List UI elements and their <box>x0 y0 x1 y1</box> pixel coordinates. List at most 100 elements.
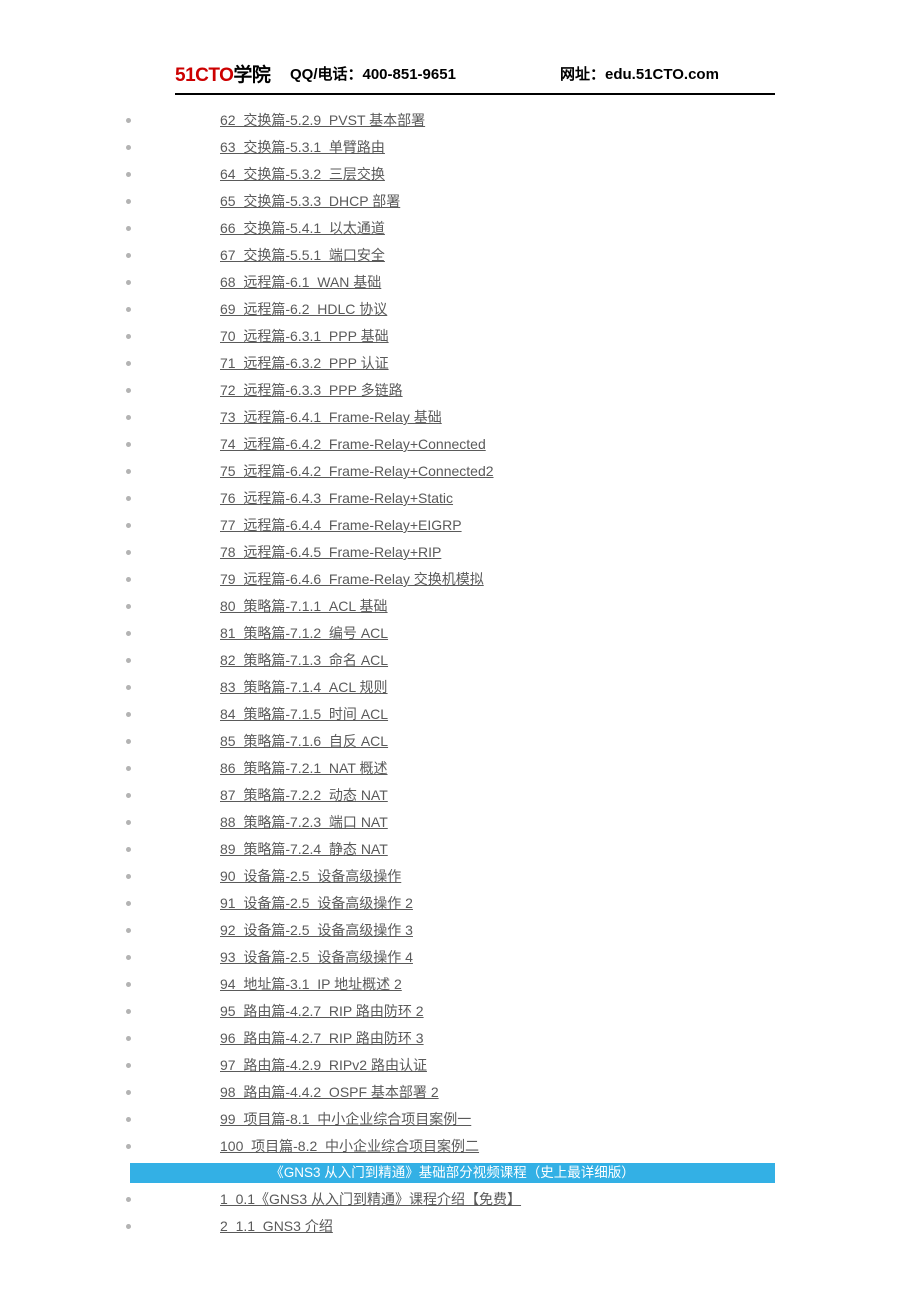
bullet-icon <box>126 118 131 123</box>
list-item: 80 策略篇-7.1.1 ACL 基础 <box>0 593 920 620</box>
list-item: 83 策略篇-7.1.4 ACL 规则 <box>0 674 920 701</box>
list-item: 84 策略篇-7.1.5 时间 ACL <box>0 701 920 728</box>
bullet-icon <box>126 739 131 744</box>
page-header: 51CTO学院 QQ/电话：400-851-9651 网址：edu.51CTO.… <box>175 60 775 95</box>
course-link[interactable]: 87 策略篇-7.2.2 动态 NAT <box>220 782 388 809</box>
course-list-sub: 1 0.1《GNS3 从入门到精通》课程介绍【免费】2 1.1 GNS3 介绍 <box>0 1186 920 1240</box>
course-link[interactable]: 86 策略篇-7.2.1 NAT 概述 <box>220 755 388 782</box>
list-item: 86 策略篇-7.2.1 NAT 概述 <box>0 755 920 782</box>
list-item: 73 远程篇-6.4.1 Frame-Relay 基础 <box>0 404 920 431</box>
course-link[interactable]: 66 交换篇-5.4.1 以太通道 <box>220 215 385 242</box>
bullet-icon <box>126 442 131 447</box>
bullet-icon <box>126 793 131 798</box>
bullet-icon <box>126 469 131 474</box>
list-item: 78 远程篇-6.4.5 Frame-Relay+RIP <box>0 539 920 566</box>
list-item: 71 远程篇-6.3.2 PPP 认证 <box>0 350 920 377</box>
list-item: 98 路由篇-4.4.2 OSPF 基本部署 2 <box>0 1079 920 1106</box>
course-link[interactable]: 100 项目篇-8.2 中小企业综合项目案例二 <box>220 1133 479 1160</box>
list-item: 72 远程篇-6.3.3 PPP 多链路 <box>0 377 920 404</box>
list-item: 93 设备篇-2.5 设备高级操作 4 <box>0 944 920 971</box>
list-item: 66 交换篇-5.4.1 以太通道 <box>0 215 920 242</box>
course-link[interactable]: 90 设备篇-2.5 设备高级操作 <box>220 863 401 890</box>
course-link[interactable]: 98 路由篇-4.4.2 OSPF 基本部署 2 <box>220 1079 439 1106</box>
bullet-icon <box>126 388 131 393</box>
course-link[interactable]: 68 远程篇-6.1 WAN 基础 <box>220 269 381 296</box>
course-link[interactable]: 81 策略篇-7.1.2 编号 ACL <box>220 620 388 647</box>
course-link[interactable]: 83 策略篇-7.1.4 ACL 规则 <box>220 674 388 701</box>
course-link[interactable]: 91 设备篇-2.5 设备高级操作 2 <box>220 890 413 917</box>
course-link[interactable]: 89 策略篇-7.2.4 静态 NAT <box>220 836 388 863</box>
list-item: 91 设备篇-2.5 设备高级操作 2 <box>0 890 920 917</box>
list-item: 90 设备篇-2.5 设备高级操作 <box>0 863 920 890</box>
list-item: 67 交换篇-5.5.1 端口安全 <box>0 242 920 269</box>
bullet-icon <box>126 145 131 150</box>
bullet-icon <box>126 847 131 852</box>
list-item: 82 策略篇-7.1.3 命名 ACL <box>0 647 920 674</box>
list-item: 76 远程篇-6.4.3 Frame-Relay+Static <box>0 485 920 512</box>
course-link[interactable]: 88 策略篇-7.2.3 端口 NAT <box>220 809 388 836</box>
course-link[interactable]: 97 路由篇-4.2.9 RIPv2 路由认证 <box>220 1052 427 1079</box>
bullet-icon <box>126 307 131 312</box>
bullet-icon <box>126 172 131 177</box>
list-item: 100 项目篇-8.2 中小企业综合项目案例二 <box>0 1133 920 1160</box>
bullet-icon <box>126 658 131 663</box>
course-link[interactable]: 72 远程篇-6.3.3 PPP 多链路 <box>220 377 403 404</box>
bullet-icon <box>126 280 131 285</box>
contact-phone: QQ/电话：400-851-9651 <box>290 63 560 84</box>
course-link[interactable]: 80 策略篇-7.1.1 ACL 基础 <box>220 593 388 620</box>
list-item: 92 设备篇-2.5 设备高级操作 3 <box>0 917 920 944</box>
list-item: 68 远程篇-6.1 WAN 基础 <box>0 269 920 296</box>
list-item: 75 远程篇-6.4.2 Frame-Relay+Connected2 <box>0 458 920 485</box>
bullet-icon <box>126 523 131 528</box>
course-link[interactable]: 79 远程篇-6.4.6 Frame-Relay 交换机模拟 <box>220 566 484 593</box>
site-url: 网址：edu.51CTO.com <box>560 63 719 84</box>
course-link[interactable]: 70 远程篇-6.3.1 PPP 基础 <box>220 323 389 350</box>
course-link[interactable]: 74 远程篇-6.4.2 Frame-Relay+Connected <box>220 431 486 458</box>
list-item: 64 交换篇-5.3.2 三层交换 <box>0 161 920 188</box>
course-link[interactable]: 65 交换篇-5.3.3 DHCP 部署 <box>220 188 400 215</box>
course-link[interactable]: 75 远程篇-6.4.2 Frame-Relay+Connected2 <box>220 458 494 485</box>
bullet-icon <box>126 928 131 933</box>
list-item: 69 远程篇-6.2 HDLC 协议 <box>0 296 920 323</box>
bullet-icon <box>126 1090 131 1095</box>
bullet-icon <box>126 577 131 582</box>
site-logo: 51CTO学院 <box>175 60 290 87</box>
course-link[interactable]: 64 交换篇-5.3.2 三层交换 <box>220 161 385 188</box>
course-section-title: 《GNS3 从入门到精通》基础部分视频课程（史上最详细版） <box>130 1163 775 1183</box>
course-link[interactable]: 62 交换篇-5.2.9 PVST 基本部署 <box>220 107 425 134</box>
list-item: 79 远程篇-6.4.6 Frame-Relay 交换机模拟 <box>0 566 920 593</box>
list-item: 65 交换篇-5.3.3 DHCP 部署 <box>0 188 920 215</box>
course-link[interactable]: 78 远程篇-6.4.5 Frame-Relay+RIP <box>220 539 441 566</box>
course-link[interactable]: 85 策略篇-7.1.6 自反 ACL <box>220 728 388 755</box>
bullet-icon <box>126 1009 131 1014</box>
course-link[interactable]: 73 远程篇-6.4.1 Frame-Relay 基础 <box>220 404 442 431</box>
course-link[interactable]: 94 地址篇-3.1 IP 地址概述 2 <box>220 971 402 998</box>
bullet-icon <box>126 766 131 771</box>
course-link[interactable]: 63 交换篇-5.3.1 单臂路由 <box>220 134 385 161</box>
course-link[interactable]: 67 交换篇-5.5.1 端口安全 <box>220 242 385 269</box>
bullet-icon <box>126 1117 131 1122</box>
course-link[interactable]: 84 策略篇-7.1.5 时间 ACL <box>220 701 388 728</box>
bullet-icon <box>126 1197 131 1202</box>
bullet-icon <box>126 604 131 609</box>
course-link[interactable]: 99 项目篇-8.1 中小企业综合项目案例一 <box>220 1106 471 1133</box>
course-link[interactable]: 92 设备篇-2.5 设备高级操作 3 <box>220 917 413 944</box>
bullet-icon <box>126 550 131 555</box>
bullet-icon <box>126 685 131 690</box>
course-link[interactable]: 77 远程篇-6.4.4 Frame-Relay+EIGRP <box>220 512 462 539</box>
list-item: 89 策略篇-7.2.4 静态 NAT <box>0 836 920 863</box>
course-link[interactable]: 82 策略篇-7.1.3 命名 ACL <box>220 647 388 674</box>
course-link[interactable]: 1 0.1《GNS3 从入门到精通》课程介绍【免费】 <box>220 1186 521 1213</box>
course-link[interactable]: 71 远程篇-6.3.2 PPP 认证 <box>220 350 389 377</box>
list-item: 1 0.1《GNS3 从入门到精通》课程介绍【免费】 <box>0 1186 920 1213</box>
bullet-icon <box>126 712 131 717</box>
course-link[interactable]: 2 1.1 GNS3 介绍 <box>220 1213 333 1240</box>
course-link[interactable]: 96 路由篇-4.2.7 RIP 路由防环 3 <box>220 1025 424 1052</box>
course-list-main: 62 交换篇-5.2.9 PVST 基本部署63 交换篇-5.3.1 单臂路由6… <box>0 107 920 1160</box>
course-link[interactable]: 93 设备篇-2.5 设备高级操作 4 <box>220 944 413 971</box>
course-link[interactable]: 76 远程篇-6.4.3 Frame-Relay+Static <box>220 485 453 512</box>
list-item: 94 地址篇-3.1 IP 地址概述 2 <box>0 971 920 998</box>
course-link[interactable]: 95 路由篇-4.2.7 RIP 路由防环 2 <box>220 998 424 1025</box>
list-item: 88 策略篇-7.2.3 端口 NAT <box>0 809 920 836</box>
course-link[interactable]: 69 远程篇-6.2 HDLC 协议 <box>220 296 387 323</box>
